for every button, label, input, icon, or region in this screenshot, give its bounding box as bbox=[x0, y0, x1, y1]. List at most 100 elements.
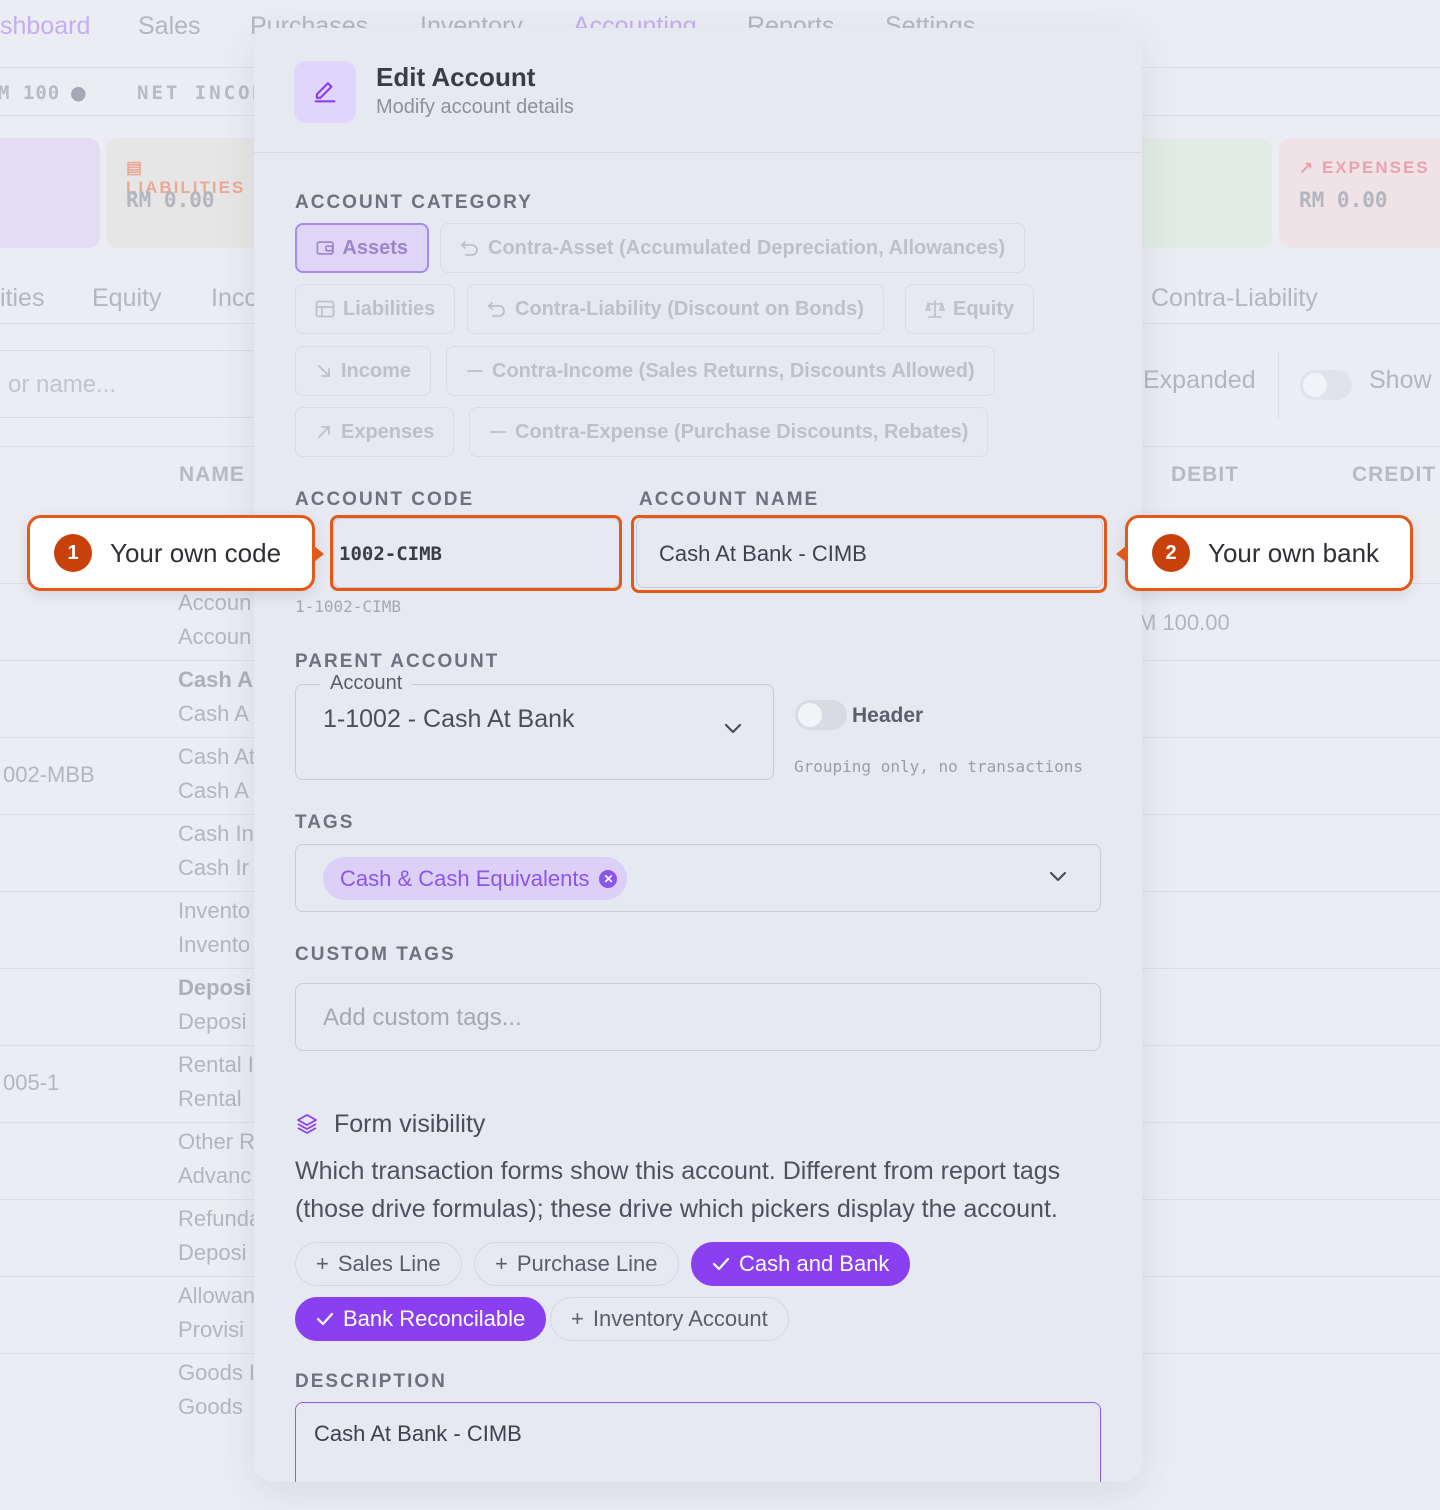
account-name-label: ACCOUNT NAME bbox=[639, 489, 820, 510]
column-credit: CREDIT bbox=[1352, 463, 1437, 486]
expenses-label: EXPENSES bbox=[1321, 158, 1430, 177]
row-subname: Cash Ir bbox=[178, 855, 249, 880]
summary-card-expenses: ↗ EXPENSES RM 0.00 bbox=[1279, 138, 1440, 248]
visibility-bank-reconcilable[interactable]: Bank Reconcilable bbox=[295, 1297, 547, 1341]
row-code: 002-MBB bbox=[3, 762, 95, 787]
check-icon bbox=[712, 1257, 730, 1271]
stat-count: M 100 bbox=[0, 82, 61, 104]
row-name: Invento bbox=[178, 898, 251, 923]
custom-tags-placeholder: Add custom tags... bbox=[323, 1004, 522, 1031]
description-value: Cash At Bank - CIMB bbox=[314, 1421, 522, 1446]
visibility-label: Bank Reconcilable bbox=[343, 1306, 526, 1331]
callout-number: 2 bbox=[1152, 534, 1190, 572]
tab-contra-liability[interactable]: Contra-Liability bbox=[1151, 284, 1318, 313]
modal-header: Edit Account Modify account details bbox=[254, 28, 1142, 153]
visibility-label: Purchase Line bbox=[516, 1251, 658, 1276]
row-subname: Rental bbox=[178, 1086, 242, 1111]
form-visibility-title: Form visibility bbox=[334, 1110, 486, 1138]
row-subname: Cash A bbox=[178, 701, 249, 726]
chevron-down-icon bbox=[724, 723, 742, 734]
custom-tags-label: CUSTOM TAGS bbox=[295, 944, 456, 965]
header-toggle[interactable] bbox=[795, 700, 847, 730]
plus-icon: + bbox=[316, 1251, 329, 1276]
callout-text: Your own code bbox=[110, 537, 282, 568]
category-label: Contra-Liability (Discount on Bonds) bbox=[515, 297, 864, 320]
arrow-up-right-icon bbox=[318, 426, 330, 438]
category-equity[interactable]: Equity bbox=[905, 284, 1035, 334]
undo-icon bbox=[487, 302, 505, 317]
edit-pencil-icon bbox=[294, 61, 356, 123]
show-toggle[interactable] bbox=[1300, 370, 1352, 400]
wallet-icon bbox=[316, 241, 334, 255]
row-debit: M 100.00 bbox=[1138, 610, 1230, 635]
form-visibility-description: Which transaction forms show this accoun… bbox=[295, 1157, 1061, 1223]
visibility-cash-and-bank[interactable]: Cash and Bank bbox=[691, 1242, 911, 1286]
parent-account-value: 1-1002 - Cash At Bank bbox=[323, 705, 575, 733]
row-name: Goods I bbox=[178, 1360, 256, 1385]
row-name: Accoun bbox=[178, 590, 252, 615]
summary-card-equity bbox=[1142, 138, 1272, 248]
visibility-sales-line[interactable]: + Sales Line bbox=[295, 1242, 462, 1286]
row-name: Cash At bbox=[178, 744, 256, 769]
row-subname: Cash A bbox=[178, 778, 249, 803]
nav-sales[interactable]: Sales bbox=[138, 12, 201, 41]
tab-income[interactable]: Inco bbox=[211, 284, 258, 313]
category-label: Contra-Asset (Accumulated Depreciation, … bbox=[488, 236, 1006, 259]
remove-tag-icon[interactable]: ✕ bbox=[599, 869, 618, 888]
callout-your-own-code: 1 Your own code bbox=[27, 515, 315, 591]
account-code-hint: 1-1002-CIMB bbox=[295, 597, 401, 616]
edit-account-modal: Edit Account Modify account details ACCO… bbox=[254, 28, 1142, 1482]
minus-icon bbox=[490, 431, 506, 433]
nav-dashboard[interactable]: shboard bbox=[0, 12, 90, 41]
category-label: Contra-Expense (Purchase Discounts, Reba… bbox=[515, 420, 969, 443]
category-contra-income[interactable]: Contra-Income (Sales Returns, Discounts … bbox=[446, 346, 995, 396]
visibility-inventory-account[interactable]: + Inventory Account bbox=[550, 1297, 789, 1341]
undo-icon bbox=[460, 241, 478, 256]
callout-pointer-left bbox=[1116, 546, 1126, 562]
minus-icon bbox=[467, 370, 483, 372]
layers-icon bbox=[297, 1114, 317, 1134]
callout-number: 1 bbox=[54, 534, 92, 572]
search-placeholder: or name... bbox=[8, 371, 117, 398]
tags-select[interactable]: Cash & Cash Equivalents ✕ bbox=[295, 844, 1101, 912]
modal-title: Edit Account bbox=[376, 62, 536, 92]
visibility-label: Cash and Bank bbox=[739, 1251, 890, 1276]
parent-account-label: PARENT ACCOUNT bbox=[295, 651, 500, 672]
row-code: 005-1 bbox=[3, 1070, 60, 1095]
toolbar-divider bbox=[1278, 352, 1279, 420]
custom-tags-input[interactable]: Add custom tags... bbox=[295, 983, 1101, 1051]
row-subname: Advanc bbox=[178, 1163, 252, 1188]
category-label: Income bbox=[341, 359, 412, 382]
row-subname: Deposi bbox=[178, 1009, 247, 1034]
row-name: Allowan bbox=[178, 1283, 256, 1308]
description-textarea[interactable]: Cash At Bank - CIMB bbox=[295, 1402, 1101, 1482]
category-label: Assets bbox=[342, 236, 408, 259]
scale-icon bbox=[925, 300, 945, 318]
tab-equity[interactable]: Equity bbox=[92, 284, 161, 313]
category-contra-liability[interactable]: Contra-Liability (Discount on Bonds) bbox=[467, 284, 884, 334]
category-label: Equity bbox=[953, 297, 1015, 320]
category-liabilities[interactable]: Liabilities bbox=[295, 284, 456, 334]
expanded-toggle-label[interactable]: Expanded bbox=[1143, 366, 1256, 395]
summary-card-liabilities: ▤ LIABILITIES RM 0.00 bbox=[106, 138, 266, 248]
row-name: Cash In bbox=[178, 821, 254, 846]
callout-pointer-right bbox=[314, 546, 324, 562]
category-assets[interactable]: Assets bbox=[295, 223, 429, 273]
account-code-highlight bbox=[330, 515, 622, 591]
modal-subtitle: Modify account details bbox=[376, 96, 574, 118]
check-circle-icon: ● bbox=[70, 82, 88, 104]
visibility-purchase-line[interactable]: + Purchase Line bbox=[474, 1242, 679, 1286]
account-name-highlight bbox=[631, 515, 1107, 593]
parent-account-select[interactable]: Account 1-1002 - Cash At Bank bbox=[295, 672, 774, 780]
category-income[interactable]: Income bbox=[295, 346, 432, 396]
liabilities-value: RM 0.00 bbox=[126, 188, 215, 212]
category-contra-asset[interactable]: Contra-Asset (Accumulated Depreciation, … bbox=[440, 223, 1026, 273]
tab-liabilities[interactable]: ities bbox=[0, 284, 44, 313]
callout-your-own-bank: 2 Your own bank bbox=[1125, 515, 1413, 591]
search-input[interactable]: or name... bbox=[0, 350, 260, 418]
category-expenses[interactable]: Expenses bbox=[295, 407, 455, 457]
category-contra-expense[interactable]: Contra-Expense (Purchase Discounts, Reba… bbox=[469, 407, 989, 457]
parent-account-legend: Account bbox=[320, 672, 413, 695]
description-label: DESCRIPTION bbox=[295, 1371, 447, 1392]
row-name: Other R bbox=[178, 1129, 256, 1154]
